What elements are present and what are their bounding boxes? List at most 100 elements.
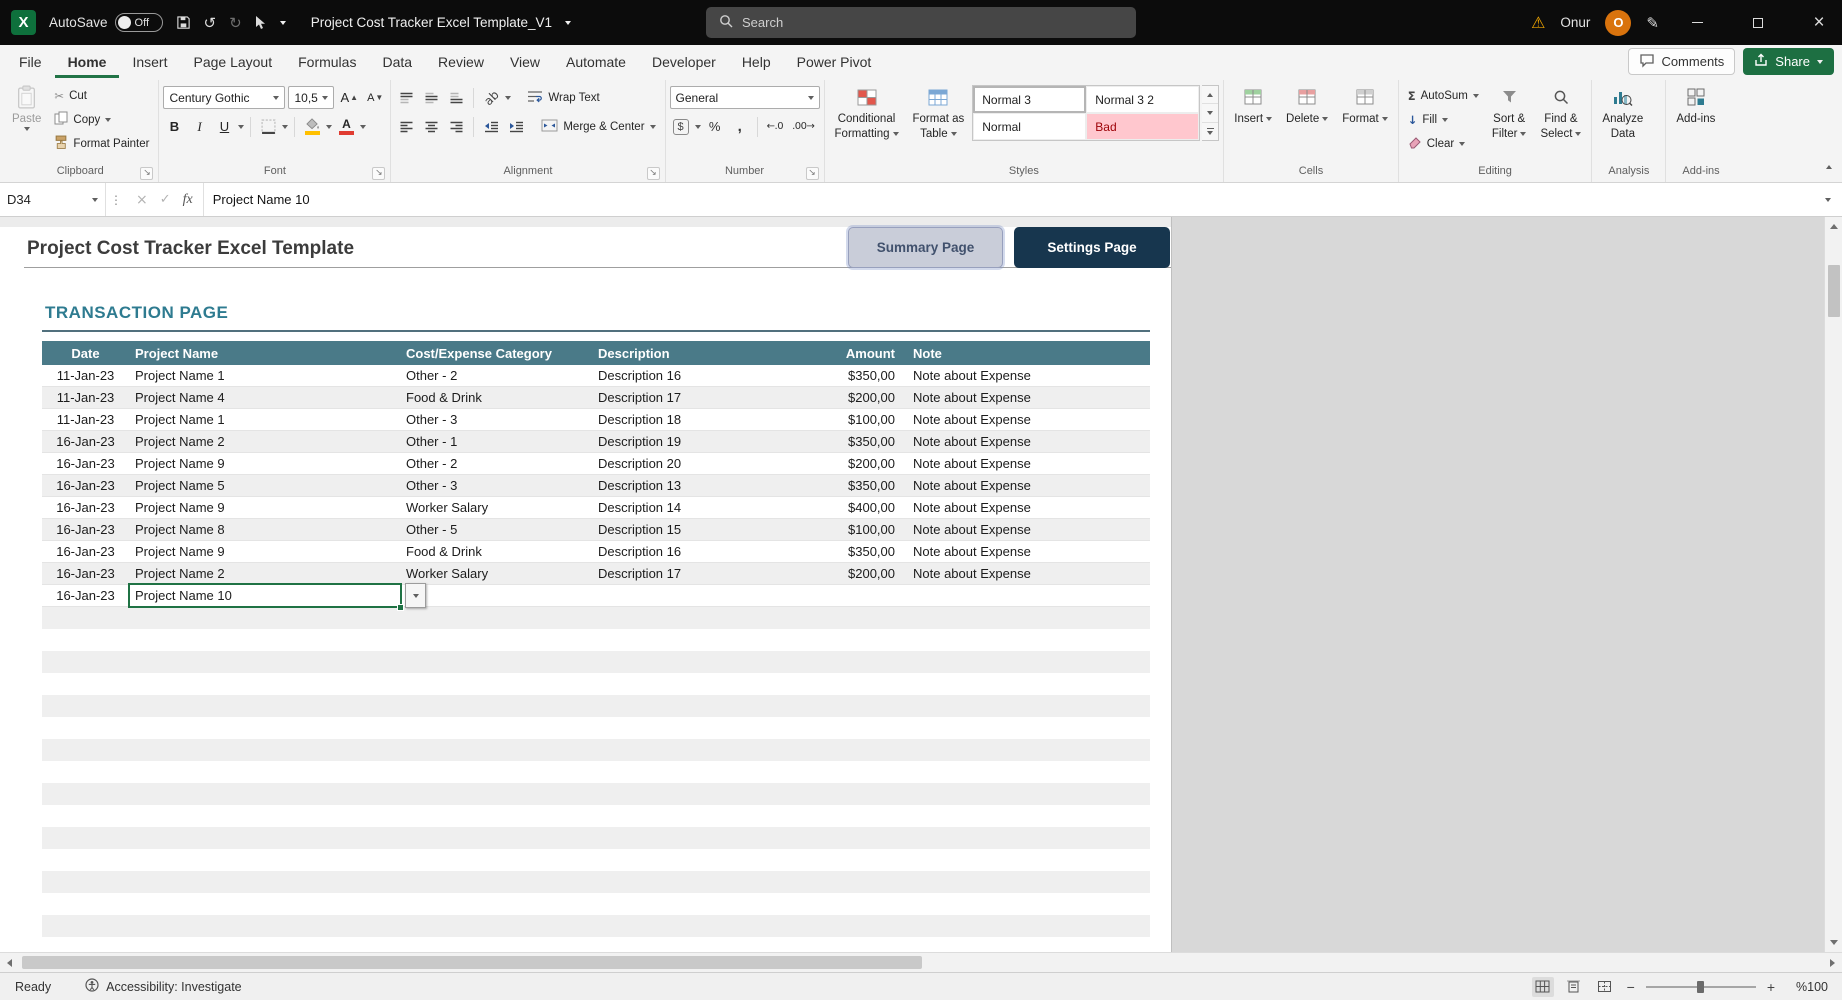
style-bad[interactable]: Bad (1086, 113, 1199, 140)
header-description[interactable]: Description (592, 341, 823, 365)
tab-insert[interactable]: Insert (119, 45, 180, 78)
save-icon[interactable] (176, 15, 191, 30)
table-cell[interactable]: 11-Jan-23 (42, 409, 129, 430)
table-cell[interactable]: 11-Jan-23 (42, 387, 129, 408)
table-cell[interactable]: Description 20 (592, 453, 823, 474)
wrap-text-button[interactable]: Wrap Text (522, 86, 604, 109)
tab-power-pivot[interactable]: Power Pivot (784, 45, 885, 78)
minimize-button[interactable] (1674, 0, 1720, 45)
table-cell[interactable]: Project Name 9 (129, 541, 400, 562)
format-chevron-icon[interactable] (1382, 117, 1388, 121)
fill-color-button[interactable] (301, 115, 323, 138)
undo-icon[interactable]: ↺ (204, 14, 217, 32)
clipboard-dialog-launcher[interactable]: ↘ (140, 167, 153, 180)
table-cell[interactable]: Other - 2 (400, 365, 592, 386)
table-cell[interactable]: 16-Jan-23 (42, 585, 129, 606)
share-chevron-icon[interactable] (1817, 60, 1823, 64)
vertical-scrollbar[interactable] (1824, 217, 1842, 952)
normal-view-button[interactable] (1532, 977, 1554, 997)
table-cell[interactable]: Description 17 (592, 387, 823, 408)
tab-developer[interactable]: Developer (639, 45, 729, 78)
comma-style-button[interactable]: , (729, 115, 751, 138)
formula-bar-grip-icon[interactable]: ⋮ (106, 183, 126, 216)
table-cell[interactable]: Description 18 (592, 409, 823, 430)
table-cell[interactable] (903, 585, 1150, 606)
table-cell[interactable]: 16-Jan-23 (42, 541, 129, 562)
pen-icon[interactable]: ✎ (1646, 14, 1659, 32)
style-normal[interactable]: Normal (973, 113, 1086, 140)
fill-chevron-icon[interactable] (1442, 118, 1448, 122)
tab-file[interactable]: File (6, 45, 55, 78)
tab-formulas[interactable]: Formulas (285, 45, 369, 78)
clear-chevron-icon[interactable] (1459, 142, 1465, 146)
table-cell[interactable]: Note about Expense (903, 365, 1150, 386)
page-layout-view-button[interactable] (1563, 977, 1585, 997)
table-cell[interactable]: 11-Jan-23 (42, 365, 129, 386)
document-title-chevron-icon[interactable] (565, 21, 571, 25)
table-cell[interactable]: Other - 1 (400, 431, 592, 452)
increase-decimal-button[interactable]: ←.0 (764, 115, 786, 138)
table-cell[interactable]: $400,00 (823, 497, 903, 518)
close-button[interactable]: × (1796, 0, 1842, 45)
empty-row[interactable] (42, 783, 1150, 805)
excel-logo-icon[interactable]: X (11, 10, 36, 35)
font-size-combo[interactable]: 10,5 (288, 86, 334, 109)
formula-input[interactable]: Project Name 10 (204, 183, 1814, 216)
table-cell[interactable]: Description 19 (592, 431, 823, 452)
insert-chevron-icon[interactable] (1266, 117, 1272, 121)
align-right-icon[interactable] (445, 115, 467, 138)
table-cell[interactable]: Note about Expense (903, 497, 1150, 518)
delete-cells-button[interactable]: Delete (1280, 81, 1334, 128)
share-button[interactable]: Share (1743, 48, 1834, 75)
align-middle-icon[interactable] (420, 86, 442, 109)
tab-review[interactable]: Review (425, 45, 497, 78)
underline-button[interactable]: U (213, 115, 235, 138)
table-cell[interactable]: Project Name 8 (129, 519, 400, 540)
table-cell[interactable]: Other - 3 (400, 409, 592, 430)
header-date[interactable]: Date (42, 341, 129, 365)
table-cell[interactable]: Note about Expense (903, 475, 1150, 496)
conditional-formatting-chevron-icon[interactable] (893, 132, 899, 136)
table-cell[interactable]: Worker Salary (400, 563, 592, 584)
collapse-ribbon-button[interactable] (1826, 158, 1832, 176)
merge-center-button[interactable]: Merge & Center (536, 115, 660, 138)
delete-chevron-icon[interactable] (1322, 117, 1328, 121)
scroll-down-icon[interactable] (1830, 940, 1838, 945)
gallery-scroll-up-button[interactable] (1202, 86, 1218, 104)
sort-filter-chevron-icon[interactable] (1520, 132, 1526, 136)
empty-row[interactable] (42, 849, 1150, 871)
redo-icon[interactable]: ↻ (229, 14, 242, 32)
italic-button[interactable]: I (188, 115, 210, 138)
borders-chevron-icon[interactable] (282, 125, 288, 129)
gallery-scroll-down-button[interactable] (1202, 104, 1218, 122)
zoom-level[interactable]: %100 (1786, 980, 1828, 994)
zoom-thumb[interactable] (1697, 981, 1704, 993)
format-cells-button[interactable]: Format (1336, 81, 1393, 128)
table-cell[interactable]: Note about Expense (903, 453, 1150, 474)
settings-page-button[interactable]: Settings Page (1014, 227, 1170, 268)
table-cell[interactable]: 16-Jan-23 (42, 497, 129, 518)
accessibility-status[interactable]: Accessibility: Investigate (85, 978, 241, 995)
table-cell[interactable]: Food & Drink (400, 541, 592, 562)
font-name-combo[interactable]: Century Gothic (163, 86, 285, 109)
decrease-indent-icon[interactable] (480, 115, 502, 138)
underline-chevron-icon[interactable] (238, 125, 244, 129)
increase-indent-icon[interactable] (505, 115, 527, 138)
autosave-toggle[interactable]: AutoSave Off (49, 13, 163, 32)
alignment-dialog-launcher[interactable]: ↘ (647, 167, 660, 180)
fill-handle[interactable] (397, 604, 404, 611)
empty-row[interactable] (42, 739, 1150, 761)
copy-chevron-icon[interactable] (105, 118, 111, 122)
table-cell[interactable]: 16-Jan-23 (42, 453, 129, 474)
font-color-chevron-icon[interactable] (360, 125, 366, 129)
page-break-view-button[interactable] (1594, 977, 1616, 997)
header-project-name[interactable]: Project Name (129, 341, 400, 365)
table-cell[interactable]: Note about Expense (903, 519, 1150, 540)
data-validation-dropdown[interactable] (405, 583, 426, 608)
expand-formula-bar-icon[interactable] (1814, 183, 1842, 216)
table-cell[interactable]: $350,00 (823, 365, 903, 386)
format-painter-button[interactable]: Format Painter (49, 132, 154, 155)
empty-row[interactable] (42, 871, 1150, 893)
header-amount[interactable]: Amount (823, 341, 903, 365)
gallery-more-button[interactable] (1202, 123, 1218, 140)
